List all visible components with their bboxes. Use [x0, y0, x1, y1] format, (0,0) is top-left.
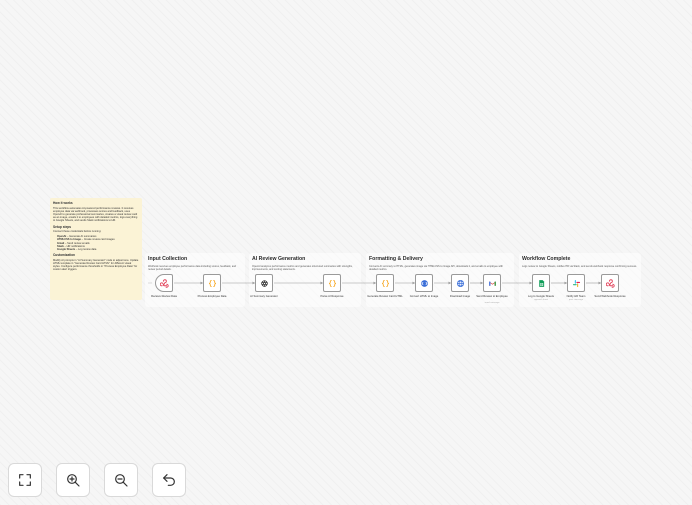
sticky-custom-title: Customization: [53, 253, 75, 258]
sticky-note[interactable]: How it works This workflow automates AI-…: [50, 198, 142, 300]
sticky-how-title: How it works: [53, 201, 73, 205]
node-label: Parse AI Response: [320, 295, 344, 298]
code-braces-icon: [328, 279, 336, 287]
node-convert-html-to-image[interactable]: [415, 274, 433, 292]
node-label: Generate Review Card HTML: [367, 295, 403, 298]
node-label: Receive Review Data: [151, 295, 177, 298]
openai-icon: [260, 279, 268, 287]
zoom-out-button[interactable]: [104, 463, 138, 497]
sticky-setup-intro: Connect these credentials before running…: [53, 230, 102, 234]
google-sheets-icon: [538, 279, 544, 287]
sticky-setup-title: Setup steps: [53, 224, 72, 229]
section-desc: OpenAI analyzes performance metrics and …: [252, 265, 353, 271]
sticky-custom-text: Modify AI prompts in "AI Summary Generat…: [53, 258, 139, 272]
globe-icon: [456, 279, 464, 287]
webhook-icon: [605, 278, 615, 288]
sticky-setup-list: OpenAI – Generate AI summaries HTMLCSS t…: [53, 235, 139, 251]
node-subtitle: post: message: [568, 299, 584, 301]
zoom-in-button[interactable]: [56, 463, 90, 497]
node-subtitle: append: sheet: [534, 299, 548, 301]
webhook-icon: [159, 278, 169, 288]
node-label: Process Employee Data: [197, 295, 227, 298]
node-subtitle: send: message: [484, 302, 500, 304]
undo-icon: [163, 474, 175, 486]
code-braces-icon: [381, 279, 389, 287]
node-send-review-to-employee[interactable]: [483, 274, 501, 292]
section-title: AI Review Generation: [252, 256, 306, 262]
node-label: Log to Google Sheets: [528, 295, 554, 298]
node-download-image[interactable]: [451, 274, 469, 292]
node-label: Send Review to Employee: [476, 295, 508, 298]
node-process-employee-data[interactable]: [203, 274, 221, 292]
gmail-icon: [488, 280, 496, 286]
node-receive-review-data[interactable]: [155, 274, 173, 292]
node-ai-summary-generator[interactable]: [255, 274, 273, 292]
setup-item: Google Sheets – Log review data: [57, 248, 139, 251]
sticky-how-text: This workflow automates AI-powered perfo…: [53, 206, 138, 223]
slack-icon: [572, 279, 580, 287]
node-parse-ai-response[interactable]: [323, 274, 341, 292]
node-log-to-google-sheets[interactable]: [532, 274, 550, 292]
node-label: Convert HTML to Image: [409, 295, 439, 298]
node-notify-hr-team[interactable]: [567, 274, 585, 292]
node-send-webhook-response[interactable]: [601, 274, 619, 292]
node-label: AI Summary Generator: [250, 295, 278, 298]
zoom-in-icon: [67, 474, 80, 487]
fit-view-icon: [19, 474, 31, 486]
section-title: Workflow Complete: [522, 256, 571, 262]
section-title: Formatting & Delivery: [369, 256, 423, 262]
htmlcss-image-icon: [420, 279, 428, 287]
undo-button[interactable]: [152, 463, 186, 497]
code-braces-icon: [208, 279, 216, 287]
fit-view-button[interactable]: [8, 463, 42, 497]
section-desc: Logs review to Google Sheets, notifies H…: [522, 265, 637, 268]
zoom-out-icon: [115, 474, 128, 487]
section-desc: Converts AI summary to HTML, generates i…: [369, 265, 503, 271]
section-title: Input Collection: [148, 256, 188, 262]
section-desc: Webhook receives employee performance da…: [148, 265, 237, 271]
node-generate-review-card-html[interactable]: [376, 274, 394, 292]
node-label: Send Webhook Response: [594, 295, 626, 298]
